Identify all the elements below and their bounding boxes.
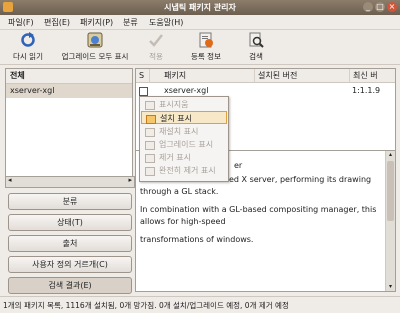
menu-item-mark-install[interactable]: 설치 표시 bbox=[141, 111, 227, 124]
category-button[interactable]: 분류 bbox=[8, 193, 132, 210]
minimize-icon[interactable]: _ bbox=[363, 2, 373, 12]
column-installed-version[interactable]: 설치된 버전 bbox=[255, 69, 350, 83]
toolbar: 다시 읽기 업그레이드 모두 표시 적용 등록 정보 검색 bbox=[0, 30, 400, 65]
menu-help[interactable]: 도움말(H) bbox=[149, 17, 183, 28]
description-title-end: er bbox=[234, 161, 243, 170]
menu-item-mark-upgrade[interactable]: 업그레이드 표시 bbox=[141, 138, 227, 151]
search-results-button[interactable]: 검색 결과(E) bbox=[8, 277, 132, 294]
filter-list-header[interactable]: 전체 bbox=[6, 69, 132, 84]
column-package[interactable]: 패키지 bbox=[150, 69, 255, 83]
filter-list-item[interactable]: xserver-xgl bbox=[6, 84, 132, 98]
description-scrollbar[interactable]: ▴ ▾ bbox=[385, 151, 395, 291]
column-status[interactable]: S bbox=[136, 69, 150, 83]
scroll-down-icon[interactable]: ▾ bbox=[387, 283, 394, 291]
upgrade-icon bbox=[145, 141, 155, 150]
description-line-4: allows for high-speed bbox=[140, 217, 226, 226]
reload-label: 다시 읽기 bbox=[13, 52, 43, 61]
package-checkbox[interactable] bbox=[139, 87, 148, 96]
status-text: 1개의 패키지 목록, 1116개 설치됨, 0개 망가짐. 0개 설치/업그레… bbox=[3, 301, 289, 310]
status-button[interactable]: 상태(T) bbox=[8, 214, 132, 231]
properties-icon bbox=[199, 32, 213, 48]
menu-file[interactable]: 파일(F) bbox=[8, 17, 34, 28]
status-bar: 1개의 패키지 목록, 1116개 설치됨, 0개 망가짐. 0개 설치/업그레… bbox=[0, 296, 400, 313]
apply-label: 적용 bbox=[149, 52, 163, 61]
scrollbar-thumb[interactable] bbox=[387, 161, 394, 221]
filter-list-scrollbar[interactable]: ◂ ▸ bbox=[5, 176, 135, 188]
reinstall-icon bbox=[145, 128, 155, 137]
synaptic-window: 시냅틱 패키지 관리자 _ □ × 파일(F) 편집(E) 패키지(P) 분류 … bbox=[0, 0, 400, 313]
title-bar: 시냅틱 패키지 관리자 _ □ × bbox=[0, 0, 400, 15]
search-button[interactable]: 검색 bbox=[244, 32, 268, 62]
package-latest-version: 1:1.1.9 bbox=[352, 86, 381, 95]
menu-edit[interactable]: 편집(E) bbox=[44, 17, 70, 28]
menu-item-mark-reinstall[interactable]: 재설치 표시 bbox=[141, 125, 227, 138]
install-icon bbox=[146, 115, 156, 124]
menu-item-mark-remove[interactable]: 제거 표시 bbox=[141, 151, 227, 164]
context-menu: 표시지움 설치 표시 재설치 표시 업그레이드 표시 제거 표시 완전히 제거 … bbox=[139, 96, 229, 182]
checkmark-icon bbox=[149, 34, 163, 47]
description-line-1-end: ed X server, performing its drawing bbox=[229, 175, 372, 184]
remove-icon bbox=[145, 154, 155, 163]
window-title: 시냅틱 패키지 관리자 bbox=[164, 3, 236, 12]
mark-upgrades-button[interactable]: 업그레이드 모두 표시 bbox=[55, 32, 135, 62]
mark-upgrades-label: 업그레이드 모두 표시 bbox=[61, 52, 129, 61]
description-line-2: through a GL stack. bbox=[140, 187, 219, 196]
search-label: 검색 bbox=[249, 52, 263, 61]
search-icon bbox=[249, 32, 264, 48]
menu-category[interactable]: 분류 bbox=[123, 17, 138, 28]
reload-button[interactable]: 다시 읽기 bbox=[8, 32, 48, 62]
origin-button[interactable]: 출처 bbox=[8, 235, 132, 252]
filter-list: 전체 xserver-xgl bbox=[5, 68, 133, 187]
scroll-right-icon[interactable]: ▸ bbox=[128, 176, 132, 184]
close-icon[interactable]: × bbox=[387, 2, 397, 12]
maximize-icon[interactable]: □ bbox=[375, 2, 385, 12]
unmark-icon bbox=[145, 101, 155, 110]
reload-icon bbox=[21, 32, 35, 47]
description-line-3: In combination with a GL-based compositi… bbox=[140, 205, 377, 214]
column-latest-version[interactable]: 최신 버 bbox=[350, 69, 395, 83]
scroll-up-icon[interactable]: ▴ bbox=[387, 151, 394, 159]
properties-button[interactable]: 등록 정보 bbox=[186, 32, 226, 62]
purge-icon bbox=[145, 167, 155, 176]
mark-upgrades-icon bbox=[87, 32, 103, 48]
description-line-5: transformations of windows. bbox=[140, 235, 254, 244]
menu-bar: 파일(F) 편집(E) 패키지(P) 분류 도움말(H) bbox=[0, 15, 400, 30]
apply-button[interactable]: 적용 bbox=[143, 32, 169, 62]
menu-item-mark-purge[interactable]: 완전히 제거 표시 bbox=[141, 164, 227, 177]
scroll-left-icon[interactable]: ◂ bbox=[8, 176, 12, 184]
properties-label: 등록 정보 bbox=[191, 52, 221, 61]
menu-item-unmark[interactable]: 표시지움 bbox=[141, 98, 227, 111]
custom-filter-button[interactable]: 사용자 정의 거르개(C) bbox=[8, 256, 132, 273]
menu-package[interactable]: 패키지(P) bbox=[80, 17, 113, 28]
